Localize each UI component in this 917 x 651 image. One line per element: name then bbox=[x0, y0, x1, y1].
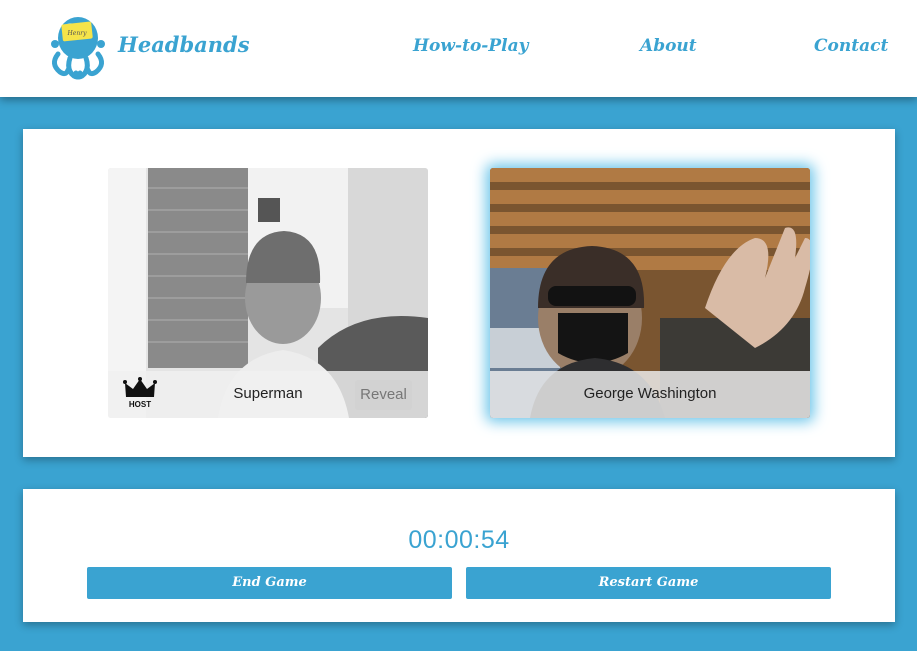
game-timer: 00:00:54 bbox=[408, 526, 510, 554]
player-bar: HOST Superman Reveal bbox=[108, 371, 428, 418]
nav-about[interactable]: About bbox=[640, 36, 697, 56]
reveal-button[interactable]: Reveal bbox=[355, 380, 412, 410]
controls-panel: 00:00:54 End Game Restart Game bbox=[23, 489, 895, 622]
player-bar: George Washington bbox=[490, 371, 810, 418]
player-name: George Washington bbox=[583, 385, 717, 402]
svg-text:Henry: Henry bbox=[67, 30, 88, 37]
video-tile-superman: HOST Superman Reveal bbox=[108, 168, 428, 418]
end-game-button[interactable]: End Game bbox=[87, 567, 452, 599]
octopus-logo-icon[interactable]: Henry bbox=[48, 14, 108, 80]
video-tile-george-washington: George Washington bbox=[490, 168, 810, 418]
nav-how-to-play[interactable]: How-to-Play bbox=[413, 36, 528, 56]
brand-title[interactable]: Headbands bbox=[118, 32, 250, 57]
restart-game-button[interactable]: Restart Game bbox=[466, 567, 831, 599]
nav-contact[interactable]: Contact bbox=[814, 36, 888, 56]
video-panel: HOST Superman Reveal George Washington bbox=[23, 129, 895, 457]
site-header: Henry Headbands How-to-Play About Contac… bbox=[0, 0, 917, 97]
